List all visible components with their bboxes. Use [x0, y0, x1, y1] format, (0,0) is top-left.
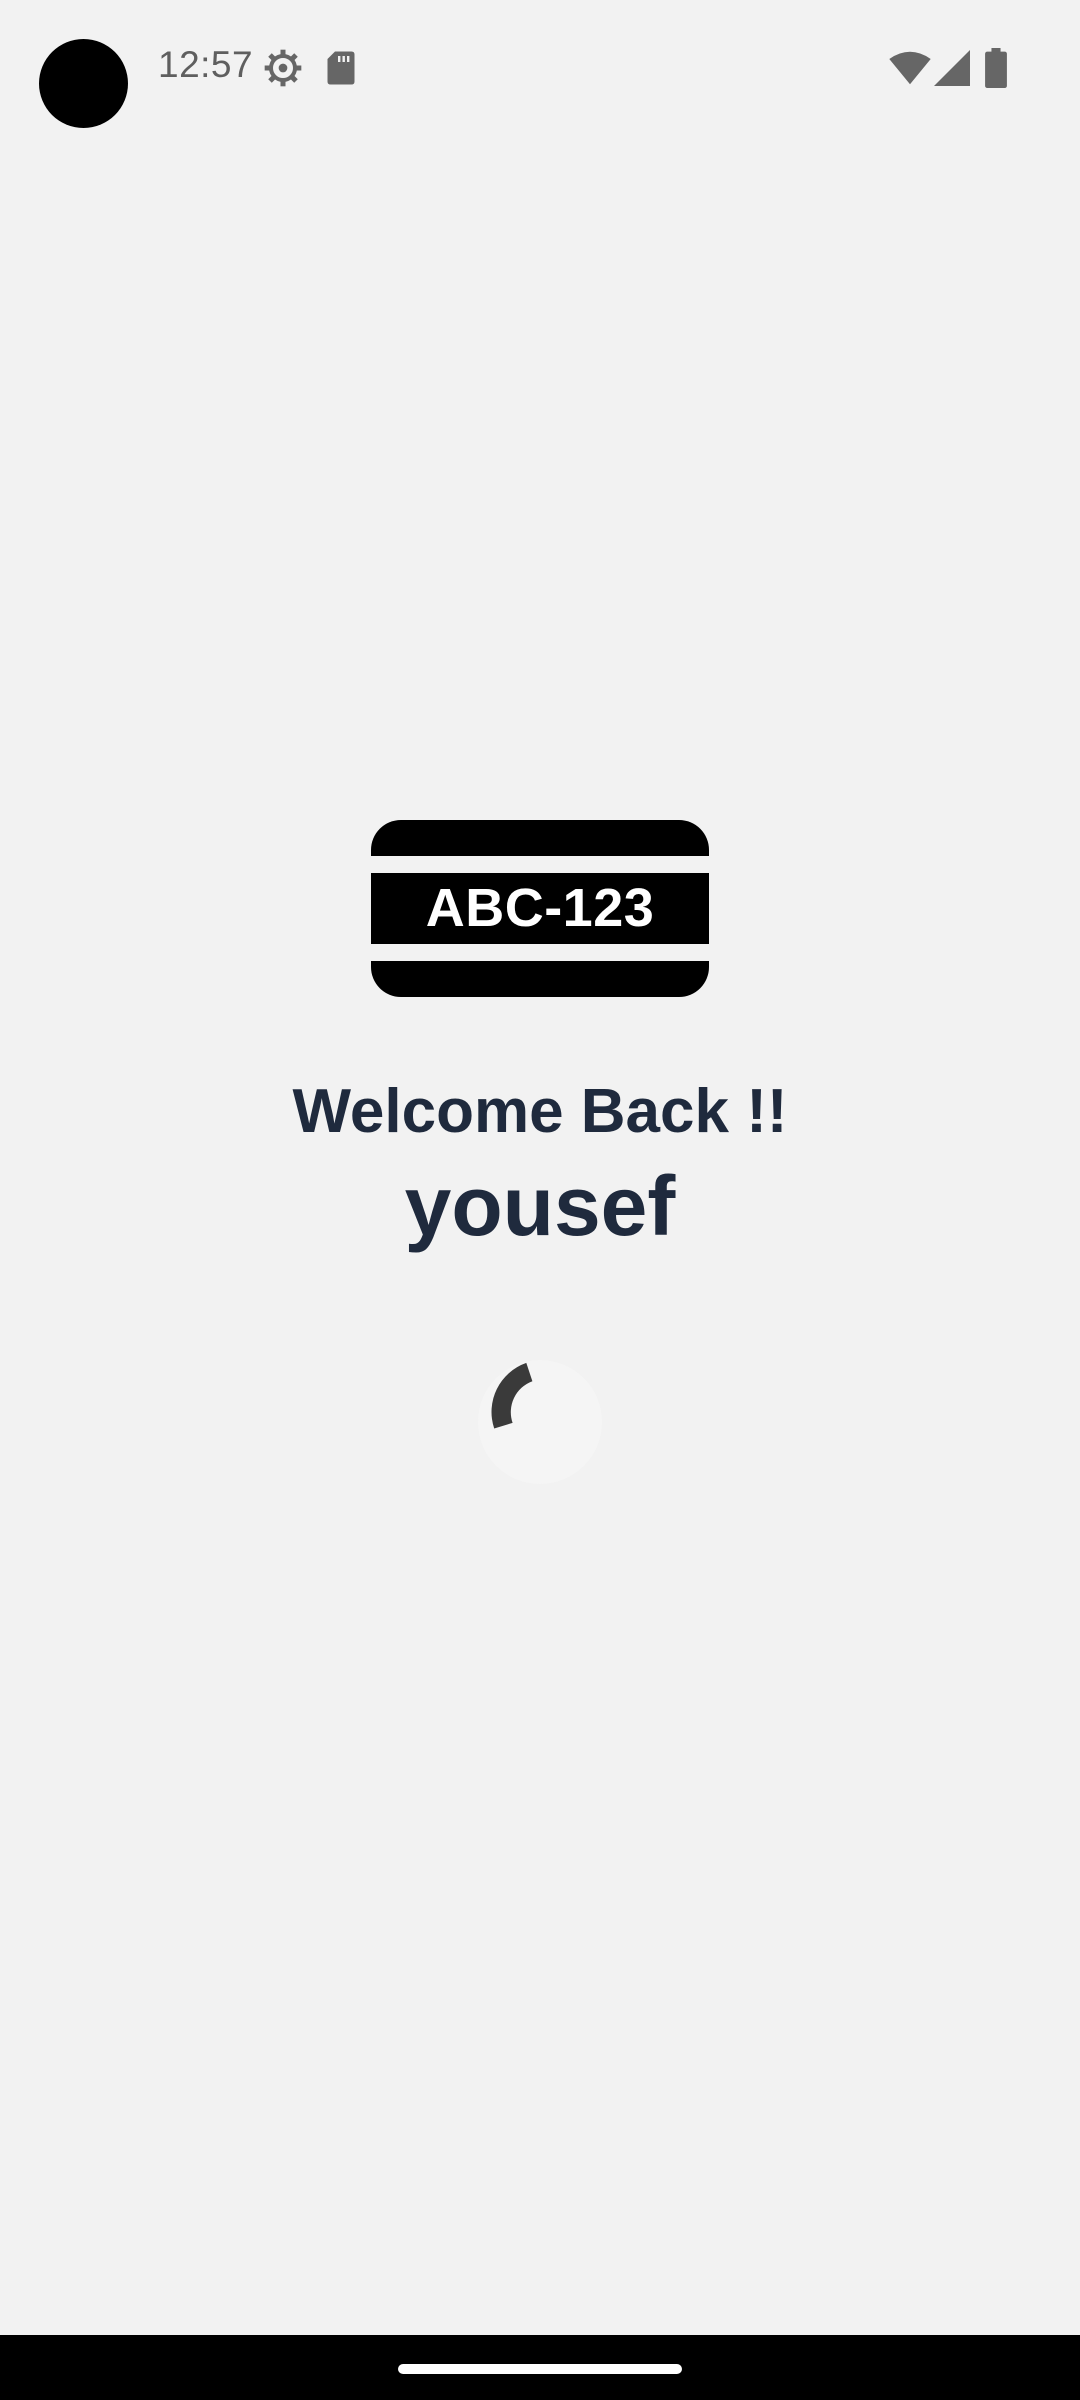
- logo-stripe-top: [371, 856, 709, 873]
- home-indicator[interactable]: [398, 2364, 682, 2374]
- wifi-icon: [889, 51, 931, 85]
- logo-text: ABC-123: [425, 878, 655, 938]
- camera-cutout: [39, 39, 128, 128]
- sd-card-icon: [327, 51, 355, 85]
- battery-icon: [985, 48, 1007, 88]
- welcome-heading: Welcome Back !!: [292, 1077, 788, 1146]
- gear-icon: [264, 49, 302, 87]
- app-logo: ABC-123: [371, 820, 709, 997]
- cell-signal-icon: [934, 50, 970, 86]
- status-time: 12:57: [158, 44, 254, 85]
- navigation-bar: [0, 2335, 1080, 2400]
- spinner-icon: [478, 1360, 602, 1484]
- status-bar: 12:57: [0, 0, 1080, 130]
- username-label: yousef: [404, 1159, 676, 1253]
- logo-stripe-bottom: [371, 944, 709, 961]
